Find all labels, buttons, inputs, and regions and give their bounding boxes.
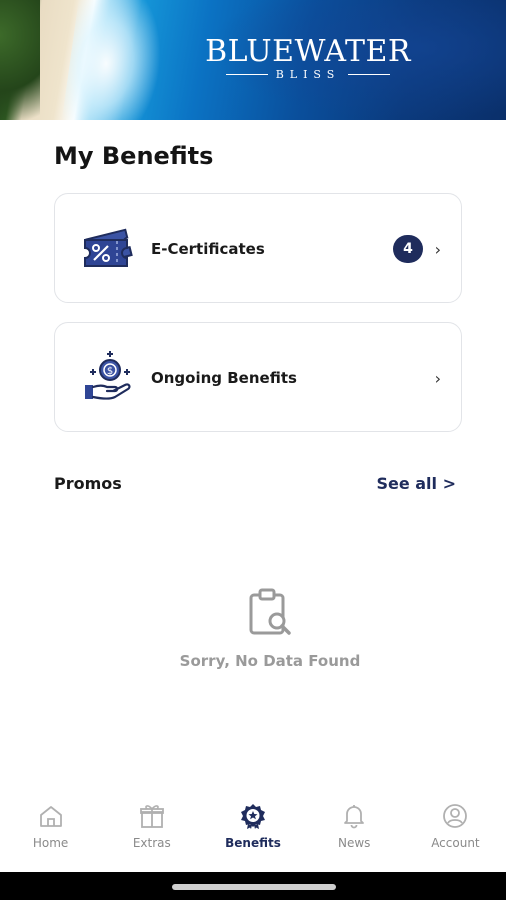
user-circle-icon	[443, 804, 468, 828]
nav-home-label: Home	[32, 836, 69, 850]
home-icon	[39, 806, 62, 827]
brand-title: BLUEWATER	[205, 34, 411, 69]
clipboard-search-icon	[247, 587, 295, 637]
ongoing-benefits-label: Ongoing Benefits	[151, 369, 297, 387]
nav-home[interactable]: Home	[0, 790, 101, 872]
e-certificates-card[interactable]: E-Certificates 4 ›	[54, 193, 462, 303]
svg-text:$: $	[107, 366, 113, 377]
e-certificates-count-badge: 4	[393, 235, 423, 263]
chevron-right-icon: ›	[434, 239, 441, 259]
chevron-right-icon: ›	[434, 368, 441, 388]
e-certificates-label: E-Certificates	[151, 240, 265, 258]
brand-logo: BLUEWATER BLISS	[200, 34, 416, 82]
nav-benefits[interactable]: Benefits	[202, 790, 303, 872]
brand-divider-left	[225, 74, 268, 75]
bottom-navigation: Home Extras Benefits News Account	[0, 790, 506, 872]
gift-icon	[139, 805, 164, 828]
empty-state-message: Sorry, No Data Found	[179, 652, 361, 670]
home-gesture-handle[interactable]	[172, 884, 336, 890]
bell-icon	[344, 805, 365, 829]
brand-divider-right	[348, 74, 391, 75]
promos-heading: Promos	[54, 474, 122, 493]
page-title: My Benefits	[54, 142, 214, 170]
brand-subtitle: BLISS	[275, 68, 341, 81]
nav-news-label: News	[337, 836, 371, 850]
banner-surf	[58, 0, 172, 120]
header-banner: BLUEWATER BLISS	[0, 0, 506, 120]
system-navigation-bar	[0, 872, 506, 900]
brand-subtitle-row: BLISS	[200, 68, 416, 81]
hand-coin-icon: $	[83, 349, 137, 403]
banner-vegetation	[0, 0, 40, 120]
ongoing-benefits-card[interactable]: $ Ongoing Benefits ›	[54, 322, 462, 432]
nav-account-label: Account	[431, 836, 480, 850]
nav-news[interactable]: News	[304, 790, 405, 872]
nav-extras-label: Extras	[132, 836, 171, 850]
nav-account[interactable]: Account	[405, 790, 506, 872]
nav-benefits-label: Benefits	[225, 836, 281, 850]
see-all-link[interactable]: See all >	[376, 474, 456, 493]
badge-star-icon	[241, 804, 265, 829]
coupon-percent-icon	[83, 220, 137, 274]
nav-extras[interactable]: Extras	[101, 790, 202, 872]
